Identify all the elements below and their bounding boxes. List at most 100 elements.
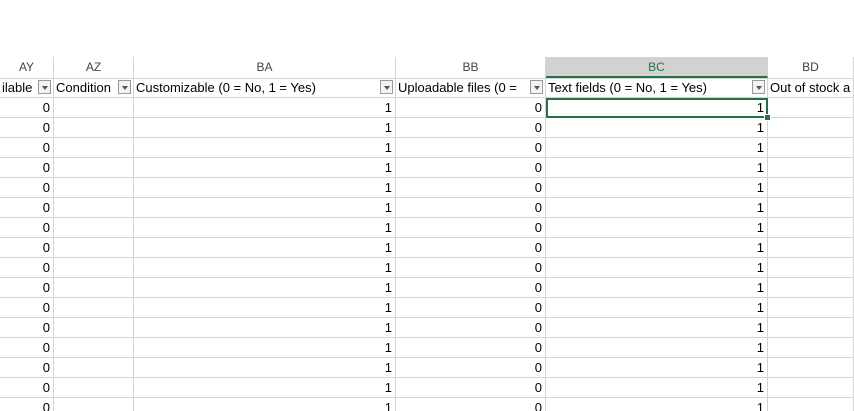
table-cell[interactable] bbox=[768, 218, 854, 238]
fill-handle[interactable] bbox=[764, 114, 771, 121]
table-cell[interactable]: 1 bbox=[134, 398, 396, 411]
column-letter-ay[interactable]: AY bbox=[0, 57, 54, 78]
table-cell[interactable]: 1 bbox=[134, 218, 396, 238]
table-cell[interactable] bbox=[768, 178, 854, 198]
table-cell[interactable] bbox=[54, 198, 134, 218]
table-cell[interactable] bbox=[768, 138, 854, 158]
column-letter-bd[interactable]: BD bbox=[768, 57, 854, 78]
table-cell[interactable]: 1 bbox=[546, 238, 768, 258]
table-cell[interactable]: 1 bbox=[546, 398, 768, 411]
table-cell[interactable] bbox=[768, 358, 854, 378]
table-cell[interactable]: 0 bbox=[0, 338, 54, 358]
column-letter-bb[interactable]: BB bbox=[396, 57, 546, 78]
table-cell[interactable] bbox=[54, 178, 134, 198]
table-cell[interactable] bbox=[768, 338, 854, 358]
table-cell[interactable]: 1 bbox=[546, 318, 768, 338]
table-cell[interactable]: 1 bbox=[546, 138, 768, 158]
table-cell[interactable]: 1 bbox=[546, 118, 768, 138]
table-cell[interactable]: 0 bbox=[396, 218, 546, 238]
table-cell[interactable]: 0 bbox=[396, 138, 546, 158]
selected-cell[interactable]: 1 bbox=[546, 98, 768, 118]
table-cell[interactable]: 0 bbox=[396, 358, 546, 378]
table-cell[interactable]: 1 bbox=[134, 238, 396, 258]
table-cell[interactable]: 1 bbox=[134, 378, 396, 398]
table-cell[interactable]: 0 bbox=[396, 258, 546, 278]
table-cell[interactable] bbox=[54, 258, 134, 278]
column-letter-ba[interactable]: BA bbox=[134, 57, 396, 78]
table-cell[interactable]: 0 bbox=[0, 378, 54, 398]
table-cell[interactable]: 1 bbox=[546, 178, 768, 198]
table-cell[interactable]: 0 bbox=[0, 278, 54, 298]
table-cell[interactable] bbox=[54, 158, 134, 178]
table-cell[interactable]: 0 bbox=[396, 318, 546, 338]
table-cell[interactable]: 1 bbox=[134, 178, 396, 198]
table-cell[interactable]: 0 bbox=[0, 358, 54, 378]
table-cell[interactable]: 1 bbox=[134, 98, 396, 118]
filter-dropdown-icon[interactable] bbox=[38, 80, 51, 94]
table-cell[interactable] bbox=[54, 398, 134, 411]
table-cell[interactable]: 1 bbox=[134, 298, 396, 318]
header-cell-bb[interactable]: Uploadable files (0 = bbox=[396, 78, 546, 98]
table-cell[interactable]: 1 bbox=[546, 378, 768, 398]
table-cell[interactable]: 0 bbox=[0, 318, 54, 338]
table-cell[interactable] bbox=[768, 98, 854, 118]
table-cell[interactable]: 1 bbox=[546, 198, 768, 218]
table-cell[interactable] bbox=[54, 358, 134, 378]
table-cell[interactable] bbox=[768, 238, 854, 258]
table-cell[interactable]: 0 bbox=[0, 258, 54, 278]
table-cell[interactable]: 1 bbox=[134, 258, 396, 278]
table-cell[interactable]: 0 bbox=[396, 238, 546, 258]
table-cell[interactable] bbox=[768, 318, 854, 338]
table-cell[interactable]: 0 bbox=[396, 178, 546, 198]
filter-dropdown-icon[interactable] bbox=[530, 80, 543, 94]
table-cell[interactable]: 0 bbox=[396, 338, 546, 358]
table-cell[interactable]: 0 bbox=[396, 398, 546, 411]
table-cell[interactable]: 0 bbox=[0, 198, 54, 218]
table-cell[interactable]: 0 bbox=[396, 378, 546, 398]
table-cell[interactable]: 1 bbox=[546, 358, 768, 378]
table-cell[interactable]: 1 bbox=[546, 258, 768, 278]
table-cell[interactable] bbox=[54, 98, 134, 118]
table-cell[interactable]: 1 bbox=[546, 278, 768, 298]
table-cell[interactable]: 0 bbox=[0, 158, 54, 178]
table-cell[interactable] bbox=[768, 398, 854, 411]
table-cell[interactable]: 1 bbox=[546, 338, 768, 358]
table-cell[interactable]: 0 bbox=[396, 298, 546, 318]
table-cell[interactable]: 0 bbox=[0, 398, 54, 411]
table-cell[interactable]: 0 bbox=[0, 178, 54, 198]
table-cell[interactable]: 0 bbox=[396, 158, 546, 178]
table-cell[interactable]: 0 bbox=[0, 98, 54, 118]
table-cell[interactable]: 1 bbox=[134, 118, 396, 138]
table-cell[interactable] bbox=[54, 318, 134, 338]
table-cell[interactable] bbox=[768, 378, 854, 398]
table-cell[interactable]: 0 bbox=[0, 218, 54, 238]
table-cell[interactable]: 0 bbox=[0, 298, 54, 318]
table-cell[interactable]: 0 bbox=[0, 138, 54, 158]
table-cell[interactable] bbox=[54, 138, 134, 158]
table-cell[interactable]: 1 bbox=[134, 198, 396, 218]
filter-dropdown-icon[interactable] bbox=[118, 80, 131, 94]
table-cell[interactable]: 1 bbox=[546, 298, 768, 318]
table-cell[interactable] bbox=[768, 198, 854, 218]
table-cell[interactable]: 1 bbox=[134, 318, 396, 338]
table-cell[interactable]: 1 bbox=[134, 158, 396, 178]
table-cell[interactable] bbox=[54, 378, 134, 398]
table-cell[interactable]: 0 bbox=[396, 118, 546, 138]
table-cell[interactable]: 1 bbox=[134, 338, 396, 358]
column-letter-az[interactable]: AZ bbox=[54, 57, 134, 78]
table-cell[interactable] bbox=[54, 218, 134, 238]
table-cell[interactable] bbox=[768, 258, 854, 278]
table-cell[interactable]: 0 bbox=[396, 278, 546, 298]
table-cell[interactable]: 0 bbox=[396, 98, 546, 118]
table-cell[interactable] bbox=[768, 278, 854, 298]
table-cell[interactable]: 1 bbox=[134, 138, 396, 158]
table-cell[interactable]: 0 bbox=[0, 118, 54, 138]
table-cell[interactable]: 0 bbox=[396, 198, 546, 218]
table-cell[interactable] bbox=[768, 298, 854, 318]
table-cell[interactable] bbox=[54, 278, 134, 298]
header-cell-ay[interactable]: ilable bbox=[0, 78, 54, 98]
filter-dropdown-icon[interactable] bbox=[380, 80, 393, 94]
header-cell-bc[interactable]: Text fields (0 = No, 1 = Yes) bbox=[546, 78, 768, 98]
table-cell[interactable]: 0 bbox=[0, 238, 54, 258]
header-cell-ba[interactable]: Customizable (0 = No, 1 = Yes) bbox=[134, 78, 396, 98]
